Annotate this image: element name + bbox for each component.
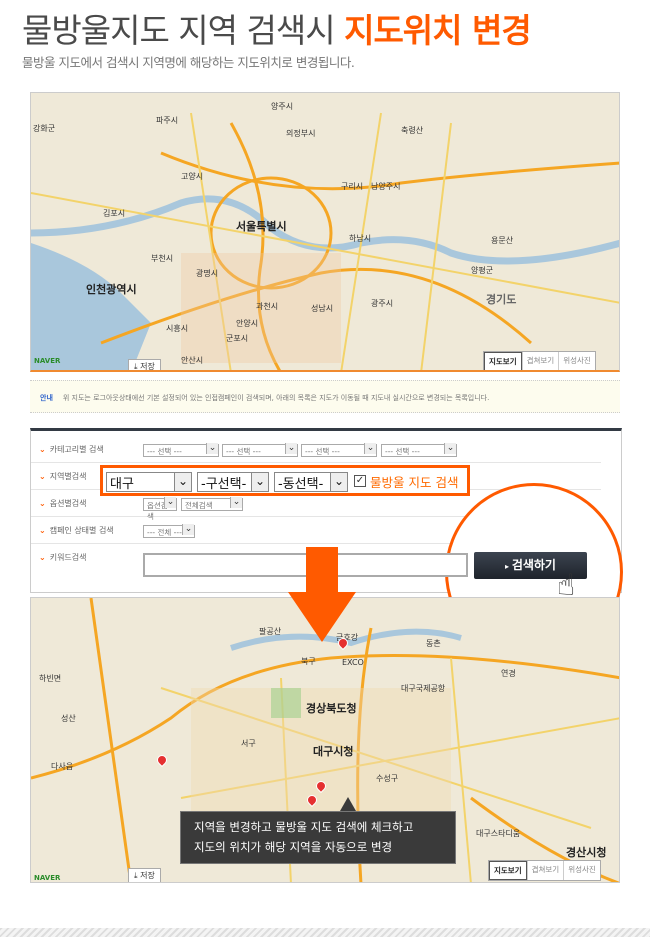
map-label: 서구 [241,739,256,748]
tooltip-arrow [340,797,356,811]
map-label: 김포시 [103,209,126,218]
tooltip-line-1: 지역을 변경하고 물방울 지도 검색에 체크하고 [194,820,414,834]
category-select-3[interactable]: --- 선택 --- [301,443,377,457]
droplet-map-checkbox[interactable]: ✓ [354,475,366,487]
map-label: 시흥시 [166,324,189,333]
option-label: 옵션별검색 [39,498,87,509]
save-map-button[interactable]: ⤓ 저장 [128,359,161,371]
overlay-view-button[interactable]: 겹쳐보기 [526,861,564,880]
category-select-4[interactable]: --- 선택 --- [381,443,457,457]
map-view-toggle: 지도보기 겹쳐보기 위성사진 [488,860,601,881]
map-label: 북구 [301,657,316,666]
save-map-button[interactable]: ⤓ 저장 [128,868,161,882]
tooltip-line-2: 지도의 위치가 해당 지역을 자동으로 변경 [194,840,393,854]
city-value: 대구 [110,477,134,492]
map-view-toggle: 지도보기 겹쳐보기 위성사진 [483,351,596,370]
map-label: 수성구 [376,774,399,783]
tooltip: 지역을 변경하고 물방울 지도 검색에 체크하고 지도의 위치가 해당 지역을 … [180,811,456,864]
seoul-map[interactable]: 양주시 파주시 강화군 의정부시 고양시 구리시 남양주시 서울특별시 김포시 … [30,92,620,372]
map-label: 동촌 [426,639,441,648]
map-label: 대구시청 [313,745,354,758]
map-label: 의정부시 [286,129,316,138]
keyword-label: 키워드검색 [39,552,87,563]
map-label: 구리시 [341,182,364,191]
map-label: 대구스타디움 [476,829,521,838]
city-select[interactable]: 대구 ⌄ [106,472,192,492]
gu-select[interactable]: -구선택- ⌄ [197,472,269,492]
save-label: 저장 [140,362,155,371]
dong-value: -동선택- [278,477,324,492]
droplet-map-check-label: 물방울 지도 검색 [370,475,459,490]
map-label: 광명시 [196,269,219,278]
dong-select[interactable]: -동선택- ⌄ [274,472,348,492]
map-label: 경기도 [486,293,517,306]
footer-divider [0,928,650,937]
save-label: 저장 [140,871,155,880]
map-label: 성남시 [311,304,334,313]
map-label: 팔공산 [259,627,282,636]
gu-value: -구선택- [201,477,247,492]
map-label: 연경 [501,669,516,678]
map-label: 인천광역시 [86,283,137,296]
status-label: 캠페인 상태별 검색 [39,525,114,536]
map-label: 안산시 [181,356,204,365]
notice-box: 안내 위 지도는 로그아웃상태에선 기본 설정되어 있는 인접캠페인이 검색되며,… [30,380,620,413]
map-label: 하남시 [349,234,372,243]
naver-logo: NAVER [34,357,61,365]
option-select-1[interactable]: 옵션검색 [143,497,177,521]
map-label: 하빈면 [39,674,62,683]
map-view-button[interactable]: 지도보기 [489,861,527,880]
page-subtitle: 물방울 지도에서 검색시 지역명에 해당하는 지도위치로 변경됩니다. [22,55,355,70]
map-label: 축령산 [401,126,424,135]
map-label: 양주시 [271,102,294,111]
naver-logo: NAVER [34,874,61,882]
map-label: 경상북도청 [306,702,357,715]
map-label: 부천시 [151,254,174,263]
overlay-view-button[interactable]: 겹쳐보기 [521,352,559,370]
notice-tag: 안내 [40,394,53,402]
chevron-down-icon: ⌄ [174,473,191,491]
satellite-view-button[interactable]: 위성사진 [558,352,595,370]
map-label: 고양시 [181,172,204,181]
down-arrow-icon [288,547,356,642]
option-select-2[interactable]: 전체검색 [181,497,243,511]
map-label: 강화군 [33,124,56,133]
map-label: 서울특별시 [236,220,287,233]
title-accent: 지도위치 변경 [344,11,532,50]
map-label: 다사읍 [51,762,74,771]
map-label: 양평군 [471,266,494,275]
chevron-down-icon: ⌄ [251,473,268,491]
notice-text: 위 지도는 로그아웃상태에선 기본 설정되어 있는 인접캠페인이 검색되며, 아… [62,394,490,402]
page-title: 물방울지도 지역 검색시 지도위치 변경 [22,4,532,52]
map-label: 경산시청 [566,846,607,859]
map-roads [31,112,619,370]
map-label: 과천시 [256,302,279,311]
category-label: 카테고리별 검색 [39,444,104,455]
category-select-1[interactable]: --- 선택 --- [143,443,219,457]
map-label: 안양시 [236,319,259,328]
map-label: 군포시 [226,334,249,343]
satellite-view-button[interactable]: 위성사진 [563,861,600,880]
map-label: 남양주시 [371,182,401,191]
map-label: EXCO [342,658,364,667]
category-select-2[interactable]: --- 선택 --- [222,443,298,457]
map-label: 성산 [61,714,76,723]
status-select[interactable]: --- 전체 --- [143,524,195,538]
title-plain: 물방울지도 지역 검색시 [22,11,345,50]
map-label: 대구국제공항 [401,684,446,693]
map-label: 파주시 [156,116,179,125]
chevron-down-icon: ⌄ [330,473,347,491]
region-label: 지역별검색 [39,471,87,482]
map-view-button[interactable]: 지도보기 [484,352,522,370]
map-label: 광주시 [371,299,394,308]
region-highlight: 대구 ⌄ -구선택- ⌄ -동선택- ⌄ ✓ 물방울 지도 검색 [100,465,470,496]
map-label: 용문산 [491,236,514,245]
